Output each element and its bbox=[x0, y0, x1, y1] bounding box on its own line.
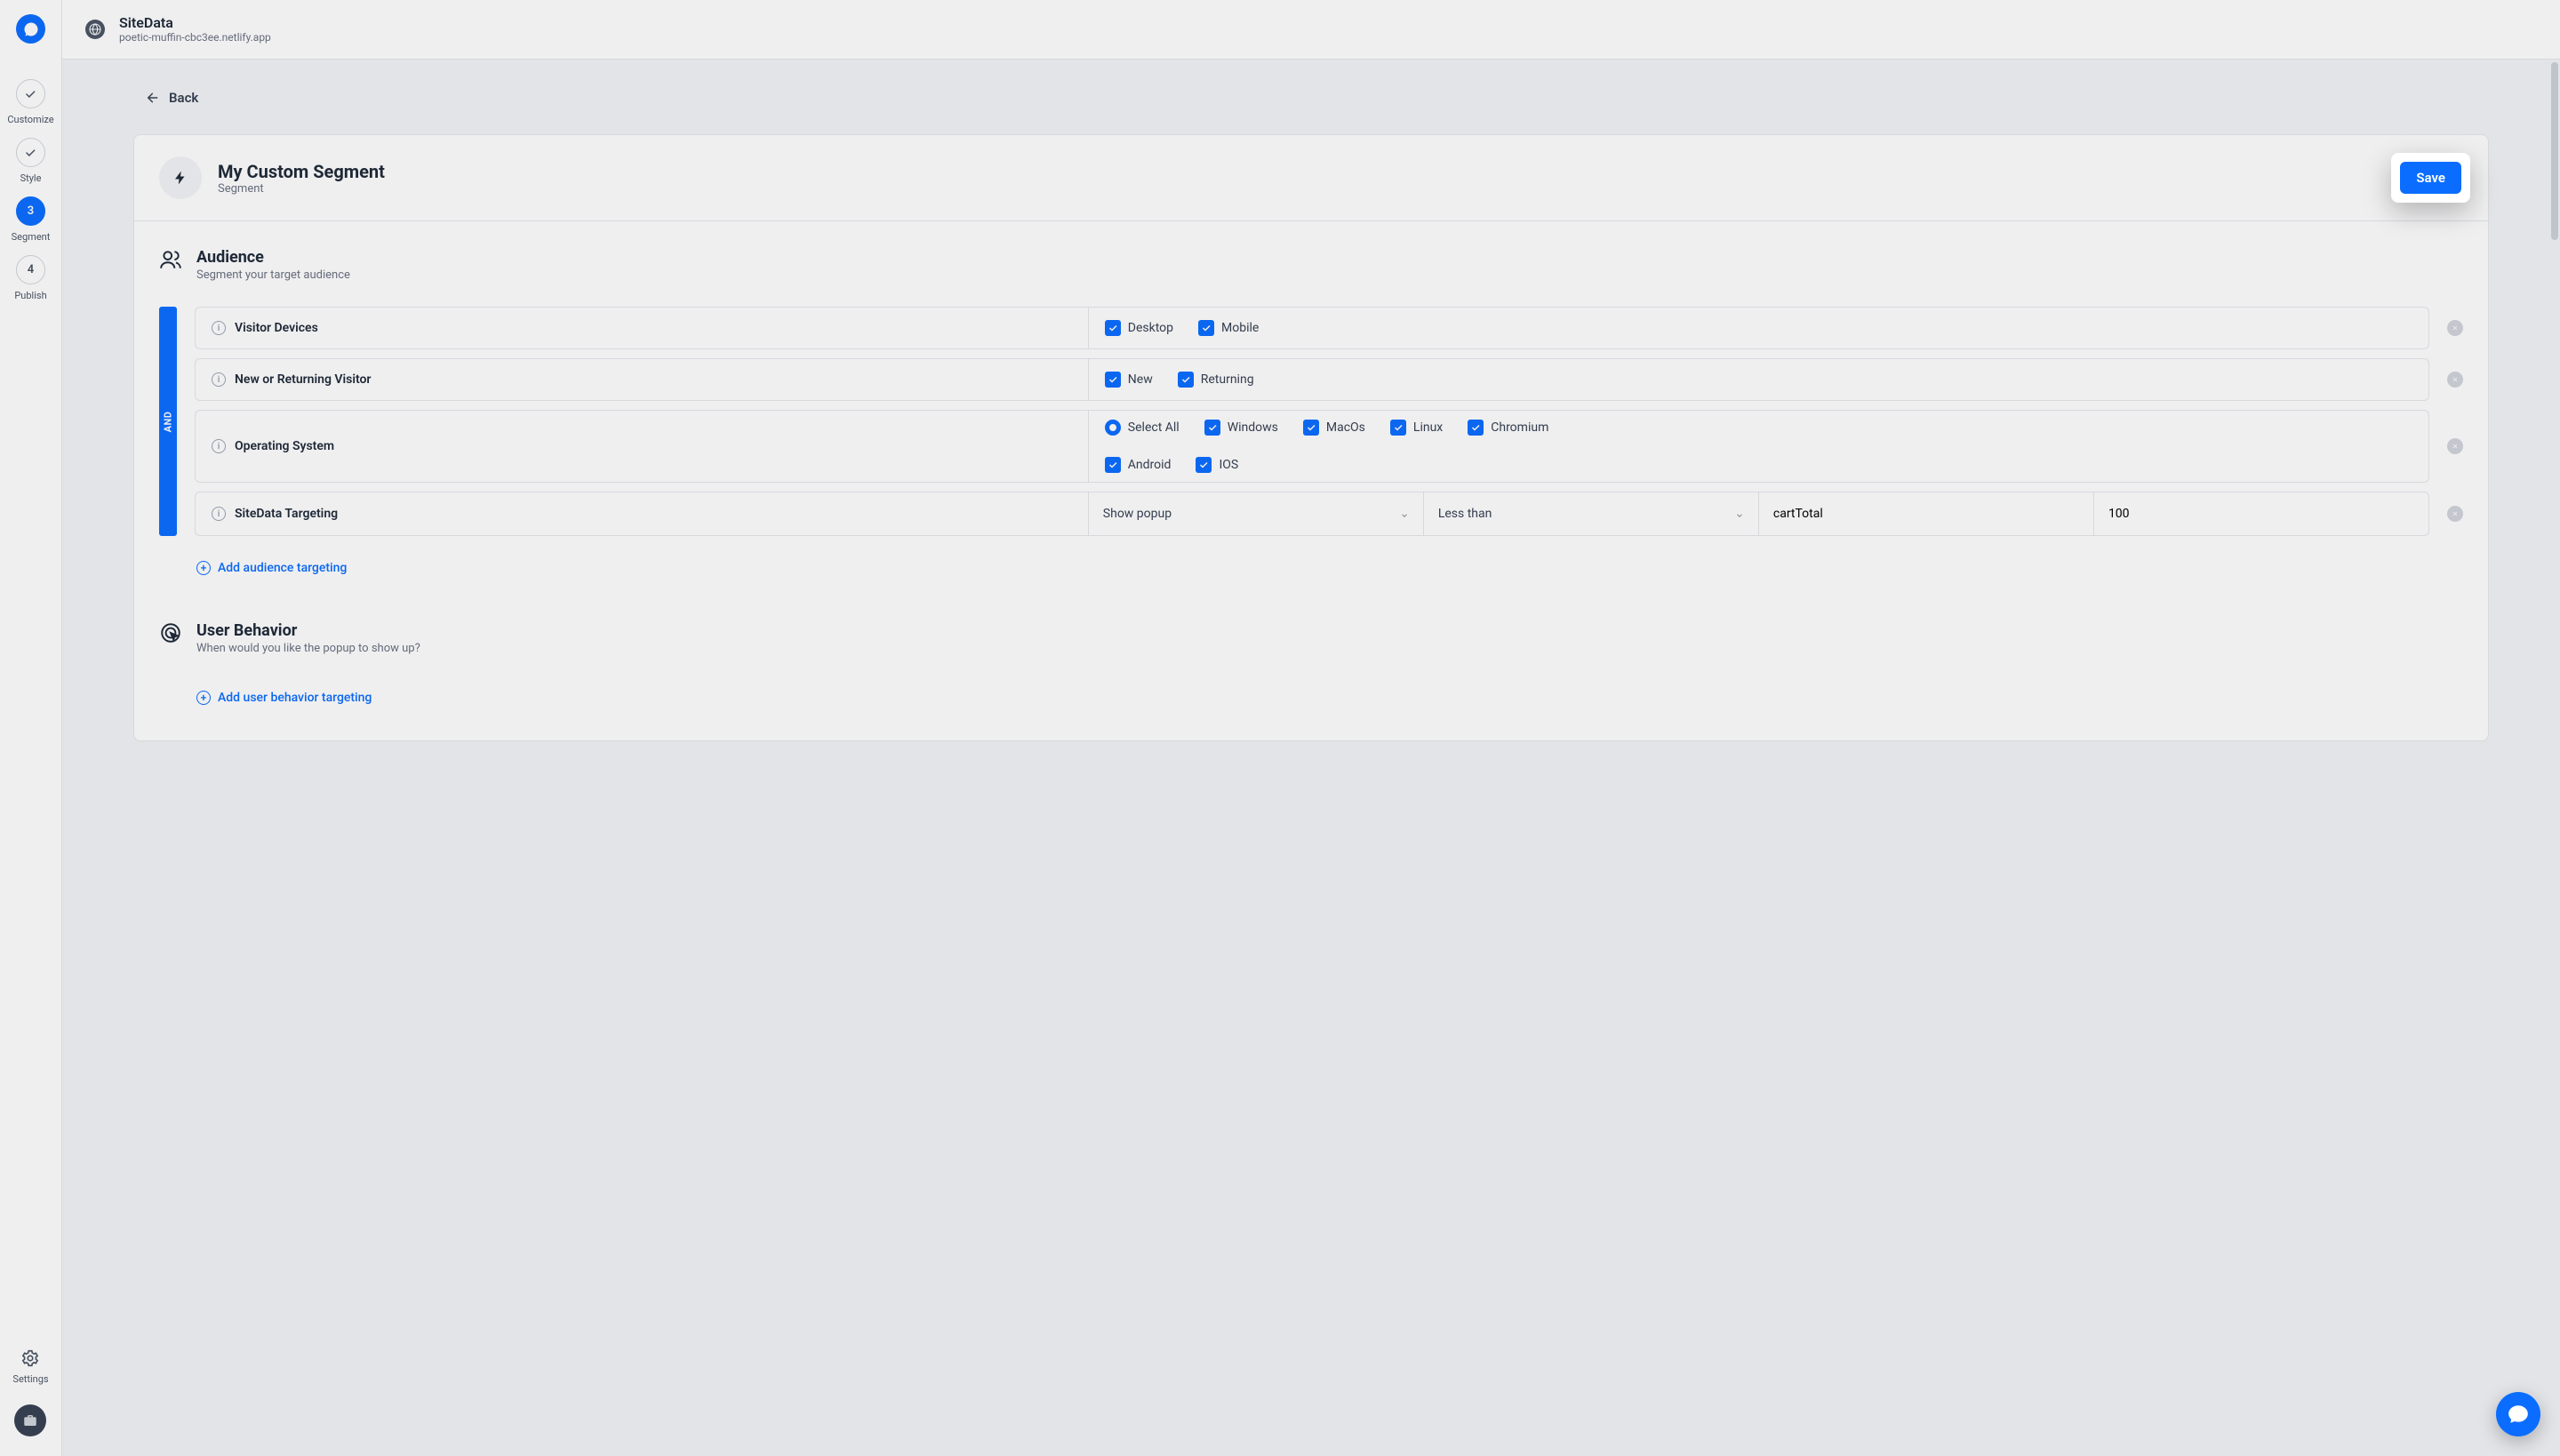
chevron-down-icon bbox=[1400, 509, 1409, 518]
nav-step-publish[interactable]: 4 Publish bbox=[14, 255, 46, 301]
rule-new-returning: iNew or Returning Visitor New Returning bbox=[195, 358, 2463, 401]
topbar: SiteData poetic-muffin-cbc3ee.netlify.ap… bbox=[62, 0, 2560, 60]
value-input[interactable] bbox=[2108, 507, 2414, 521]
main-content: Back Save My Custom Segment Segment Audi… bbox=[62, 60, 2560, 1456]
chat-widget[interactable] bbox=[2496, 1392, 2540, 1436]
segment-subtitle: Segment bbox=[218, 182, 385, 196]
globe-icon bbox=[85, 20, 105, 39]
save-highlight: Save bbox=[2391, 153, 2470, 203]
behavior-title: User Behavior bbox=[196, 621, 420, 640]
nav-steps: Customize Style 3 Segment 4 Publish bbox=[7, 79, 53, 301]
remove-rule-button[interactable] bbox=[2447, 506, 2463, 522]
segment-title: My Custom Segment bbox=[218, 161, 385, 182]
info-icon[interactable]: i bbox=[212, 372, 226, 387]
gear-icon bbox=[20, 1348, 40, 1368]
workspace-button[interactable] bbox=[14, 1404, 46, 1436]
rule-operating-system: iOperating System Select All Windows Mac… bbox=[195, 410, 2463, 483]
app-logo[interactable] bbox=[16, 14, 45, 44]
scrollbar[interactable] bbox=[2551, 62, 2558, 240]
key-input-cell bbox=[1759, 492, 2094, 535]
checkbox-ios[interactable]: IOS bbox=[1196, 457, 1238, 473]
nav-step-segment[interactable]: 3 Segment bbox=[12, 196, 51, 243]
audience-icon bbox=[159, 248, 182, 275]
checkbox-android[interactable]: Android bbox=[1105, 457, 1172, 473]
bolt-icon bbox=[159, 156, 202, 199]
info-icon[interactable]: i bbox=[212, 439, 226, 453]
and-joiner: AND bbox=[159, 307, 177, 536]
checkbox-linux[interactable]: Linux bbox=[1390, 420, 1443, 436]
value-input-cell bbox=[2094, 492, 2428, 535]
checkbox-new[interactable]: New bbox=[1105, 372, 1153, 388]
plus-circle-icon: + bbox=[196, 691, 211, 705]
comparator-select[interactable]: Less than bbox=[1424, 492, 1759, 535]
info-icon[interactable]: i bbox=[212, 321, 226, 335]
behavior-subtitle: When would you like the popup to show up… bbox=[196, 642, 420, 655]
radio-select-all[interactable]: Select All bbox=[1105, 420, 1180, 436]
nav-step-label: Customize bbox=[7, 114, 53, 125]
nav-step-style[interactable]: Style bbox=[16, 138, 45, 184]
action-select[interactable]: Show popup bbox=[1089, 492, 1424, 535]
audience-subtitle: Segment your target audience bbox=[196, 268, 350, 282]
save-button[interactable]: Save bbox=[2400, 162, 2461, 194]
plus-circle-icon: + bbox=[196, 561, 211, 575]
remove-rule-button[interactable] bbox=[2447, 320, 2463, 336]
checkbox-macos[interactable]: MacOs bbox=[1303, 420, 1365, 436]
sidebar: Customize Style 3 Segment 4 Publish Sett… bbox=[0, 0, 62, 1456]
segment-card: Save My Custom Segment Segment Audience … bbox=[133, 134, 2489, 741]
checkbox-returning[interactable]: Returning bbox=[1178, 372, 1254, 388]
checkbox-chromium[interactable]: Chromium bbox=[1468, 420, 1548, 436]
rule-sitedata-targeting: iSiteData Targeting Show popup Less than bbox=[195, 492, 2463, 536]
settings-label: Settings bbox=[12, 1373, 48, 1385]
add-audience-targeting[interactable]: + Add audience targeting bbox=[196, 561, 2463, 575]
info-icon[interactable]: i bbox=[212, 507, 226, 521]
nav-step-label: Segment bbox=[12, 231, 51, 243]
add-behavior-targeting[interactable]: + Add user behavior targeting bbox=[196, 691, 2463, 705]
site-name: SiteData bbox=[119, 14, 271, 31]
remove-rule-button[interactable] bbox=[2447, 372, 2463, 388]
checkbox-desktop[interactable]: Desktop bbox=[1105, 320, 1173, 336]
back-button[interactable]: Back bbox=[133, 81, 214, 115]
chevron-down-icon bbox=[1735, 509, 1744, 518]
key-input[interactable] bbox=[1773, 507, 2079, 521]
nav-step-customize[interactable]: Customize bbox=[7, 79, 53, 125]
behavior-icon bbox=[159, 621, 182, 648]
audience-title: Audience bbox=[196, 248, 350, 267]
checkbox-windows[interactable]: Windows bbox=[1204, 420, 1278, 436]
arrow-left-icon bbox=[146, 91, 160, 105]
rule-visitor-devices: iVisitor Devices Desktop Mobile bbox=[195, 307, 2463, 349]
site-url: poetic-muffin-cbc3ee.netlify.app bbox=[119, 31, 271, 44]
nav-step-label: Style bbox=[20, 172, 42, 184]
settings-link[interactable]: Settings bbox=[12, 1348, 48, 1385]
checkbox-mobile[interactable]: Mobile bbox=[1198, 320, 1259, 336]
remove-rule-button[interactable] bbox=[2447, 438, 2463, 454]
nav-step-label: Publish bbox=[14, 290, 46, 301]
